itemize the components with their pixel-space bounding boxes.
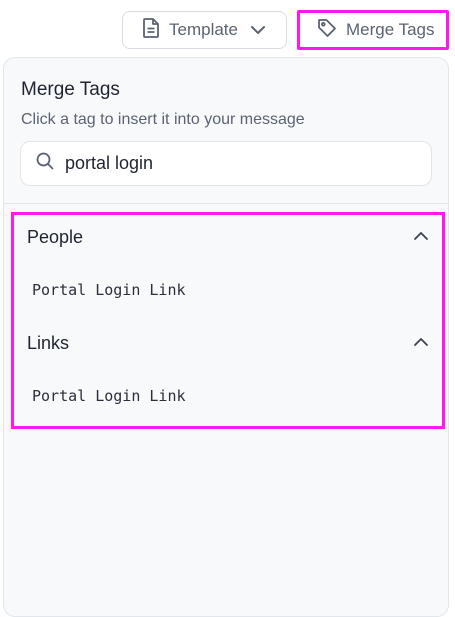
template-button[interactable]: Template xyxy=(122,11,287,49)
group-title-people: People xyxy=(27,226,84,247)
panel-subtitle: Click a tag to insert it into your messa… xyxy=(21,111,305,128)
search-input[interactable] xyxy=(65,153,405,174)
merge-tags-button-label: Merge Tags xyxy=(346,20,435,39)
tag-item-portal-login-link-links[interactable]: Portal Login Link xyxy=(32,387,186,405)
panel-title: Merge Tags xyxy=(21,79,120,100)
group-header-links[interactable]: Links xyxy=(27,329,429,357)
chevron-down-icon xyxy=(250,20,266,40)
chevron-up-icon xyxy=(413,228,429,246)
group-header-people[interactable]: People xyxy=(27,223,429,251)
merge-tags-panel: Merge Tags Click a tag to insert it into… xyxy=(3,57,449,617)
editor-toolbar: Template Merge Tags xyxy=(0,0,455,58)
search-box[interactable] xyxy=(20,141,432,186)
chevron-up-icon xyxy=(413,334,429,352)
tag-icon xyxy=(316,17,338,44)
divider xyxy=(4,203,448,204)
search-icon xyxy=(35,151,55,176)
tag-item-portal-login-link-people[interactable]: Portal Login Link xyxy=(32,281,186,299)
group-title-links: Links xyxy=(27,332,70,353)
document-icon xyxy=(141,17,161,44)
merge-tags-button[interactable]: Merge Tags xyxy=(297,10,449,50)
search-results: People Portal Login Link Links Portal Lo… xyxy=(11,212,445,429)
template-button-label: Template xyxy=(169,20,238,39)
